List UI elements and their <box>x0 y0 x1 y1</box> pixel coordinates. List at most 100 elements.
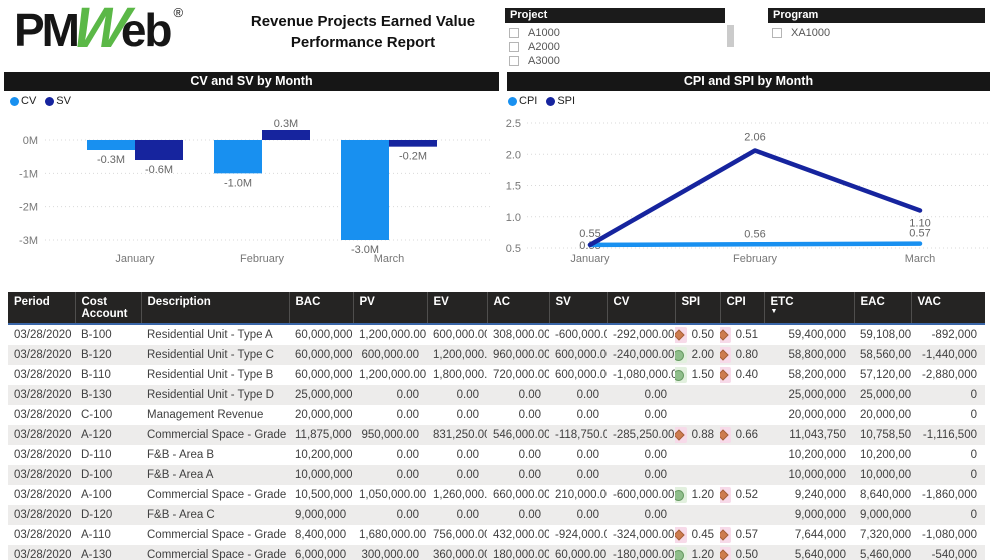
legend-label: SV <box>56 95 71 107</box>
filter-option-label: A2000 <box>528 41 560 53</box>
cell-vac: -892,000 <box>911 324 985 345</box>
table-row[interactable]: 03/28/2020A-130Commercial Space - Grade … <box>8 545 985 560</box>
cell-spi: 1.20 <box>675 485 720 505</box>
table-row[interactable]: 03/28/2020D-110F&B - Area B10,200,0000.0… <box>8 445 985 465</box>
table-row[interactable]: 03/28/2020D-100F&B - Area A10,000,0000.0… <box>8 465 985 485</box>
chart-text: -0.6M <box>145 164 173 176</box>
kpi-value: 1.20 <box>692 489 714 501</box>
table-row[interactable]: 03/28/2020B-130Residential Unit - Type D… <box>8 385 985 405</box>
cpi-spi-chart-title: CPI and SPI by Month <box>507 72 990 91</box>
cv-sv-legend: CVSV <box>10 95 71 107</box>
cell-period: 03/28/2020 <box>8 465 75 485</box>
cell-spi: 0.50 <box>675 324 720 345</box>
checkbox-icon[interactable] <box>509 56 519 66</box>
column-header-ac[interactable]: AC <box>487 292 549 324</box>
kpi-diamond-icon <box>675 527 687 543</box>
filter-option-label: A3000 <box>528 55 560 67</box>
cell-ac: 0.00 <box>487 445 549 465</box>
table-row[interactable]: 03/28/2020A-110Commercial Space - Grade … <box>8 525 985 545</box>
kpi-value: 0.40 <box>736 369 758 381</box>
chart-text: 1.0 <box>506 212 521 224</box>
cell-eac: 20,000,000 <box>854 405 911 425</box>
bar-cv-february[interactable] <box>214 140 262 173</box>
logo-text-pm: PM <box>14 6 77 54</box>
project-option-a2000[interactable]: A2000 <box>509 40 725 53</box>
cell-sv: -924,000.00 <box>549 525 607 545</box>
cell-sv: 600,000.00 <box>549 345 607 365</box>
bar-sv-march[interactable] <box>389 140 437 147</box>
column-header-eac[interactable]: EAC <box>854 292 911 324</box>
column-header-description[interactable]: Description <box>141 292 289 324</box>
column-header-period[interactable]: Period <box>8 292 75 324</box>
chart-text: -1M <box>19 168 38 180</box>
project-filter-scrollbar[interactable] <box>727 25 734 47</box>
chart-text: -0.3M <box>97 154 125 166</box>
kpi-value: 1.50 <box>692 369 714 381</box>
table-row[interactable]: 03/28/2020B-100Residential Unit - Type A… <box>8 324 985 345</box>
table-row[interactable]: 03/28/2020D-120F&B - Area C9,000,0000.00… <box>8 505 985 525</box>
table-row[interactable]: 03/28/2020A-100Commercial Space - Grade … <box>8 485 985 505</box>
kpi-value: 0.88 <box>692 429 714 441</box>
kpi-value: 0.52 <box>736 489 758 501</box>
cell-etc: 25,000,000 <box>764 385 854 405</box>
column-header-cv[interactable]: CV <box>607 292 675 324</box>
kpi-value: 0.51 <box>736 329 758 341</box>
report-page: PM W eb ® Revenue Projects Earned Value … <box>0 0 993 560</box>
cell-spi: 1.50 <box>675 365 720 385</box>
column-header-cost-account[interactable]: Cost Account <box>75 292 141 324</box>
cell-cv: -285,250.00 <box>607 425 675 445</box>
column-header-pv[interactable]: PV <box>353 292 427 324</box>
line-cpi[interactable] <box>590 244 920 245</box>
bar-sv-february[interactable] <box>262 130 310 140</box>
column-header-vac[interactable]: VAC <box>911 292 985 324</box>
chart-text: 0.5 <box>506 243 521 255</box>
checkbox-icon[interactable] <box>509 42 519 52</box>
column-header-spi[interactable]: SPI <box>675 292 720 324</box>
column-header-label: BAC <box>296 296 321 308</box>
cell-etc: 59,400,000 <box>764 324 854 345</box>
kpi-diamond-icon <box>720 367 731 383</box>
bar-cv-january[interactable] <box>87 140 135 150</box>
project-filter-header: Project <box>505 8 725 23</box>
table-row[interactable]: 03/28/2020B-110Residential Unit - Type B… <box>8 365 985 385</box>
cell-cv: 0.00 <box>607 465 675 485</box>
table-row[interactable]: 03/28/2020B-120Residential Unit - Type C… <box>8 345 985 365</box>
column-header-label: VAC <box>918 296 941 308</box>
project-filter: Project A1000 A2000 A3000 <box>505 8 725 68</box>
cell-ac: 960,000.00 <box>487 345 549 365</box>
checkbox-icon[interactable] <box>772 28 782 38</box>
cell-eac: 7,320,000 <box>854 525 911 545</box>
project-option-a1000[interactable]: A1000 <box>509 26 725 39</box>
table-row[interactable]: 03/28/2020C-100Management Revenue20,000,… <box>8 405 985 425</box>
column-header-ev[interactable]: EV <box>427 292 487 324</box>
cell-ev: 831,250.00 <box>427 425 487 445</box>
chart-text: January <box>115 253 155 265</box>
cell-desc: F&B - Area C <box>141 505 289 525</box>
column-header-bac[interactable]: BAC <box>289 292 353 324</box>
cell-pv: 950,000.00 <box>353 425 427 445</box>
cell-period: 03/28/2020 <box>8 405 75 425</box>
cell-cv: 0.00 <box>607 505 675 525</box>
cell-vac: 0 <box>911 465 985 485</box>
column-header-sv[interactable]: SV <box>549 292 607 324</box>
checkbox-icon[interactable] <box>509 28 519 38</box>
legend-dot-icon <box>45 97 54 106</box>
cell-eac: 10,000,000 <box>854 465 911 485</box>
table-row[interactable]: 03/28/2020A-120Commercial Space - Grade … <box>8 425 985 445</box>
legend-label: CPI <box>519 95 537 107</box>
column-header-etc[interactable]: ETC▼ <box>764 292 854 324</box>
cell-account: B-120 <box>75 345 141 365</box>
cell-ac: 660,000.00 <box>487 485 549 505</box>
report-title: Revenue Projects Earned Value Performanc… <box>233 11 493 53</box>
cell-account: D-100 <box>75 465 141 485</box>
cell-etc: 5,640,000 <box>764 545 854 560</box>
bar-sv-january[interactable] <box>135 140 183 160</box>
registered-trademark-icon: ® <box>174 6 184 19</box>
program-option-xa1000[interactable]: XA1000 <box>772 26 985 39</box>
bar-cv-march[interactable] <box>341 140 389 240</box>
project-option-a3000[interactable]: A3000 <box>509 54 725 67</box>
legend-item-spi: SPI <box>546 95 575 107</box>
column-header-cpi[interactable]: CPI <box>720 292 764 324</box>
cell-bac: 25,000,000 <box>289 385 353 405</box>
cell-vac: 0 <box>911 505 985 525</box>
